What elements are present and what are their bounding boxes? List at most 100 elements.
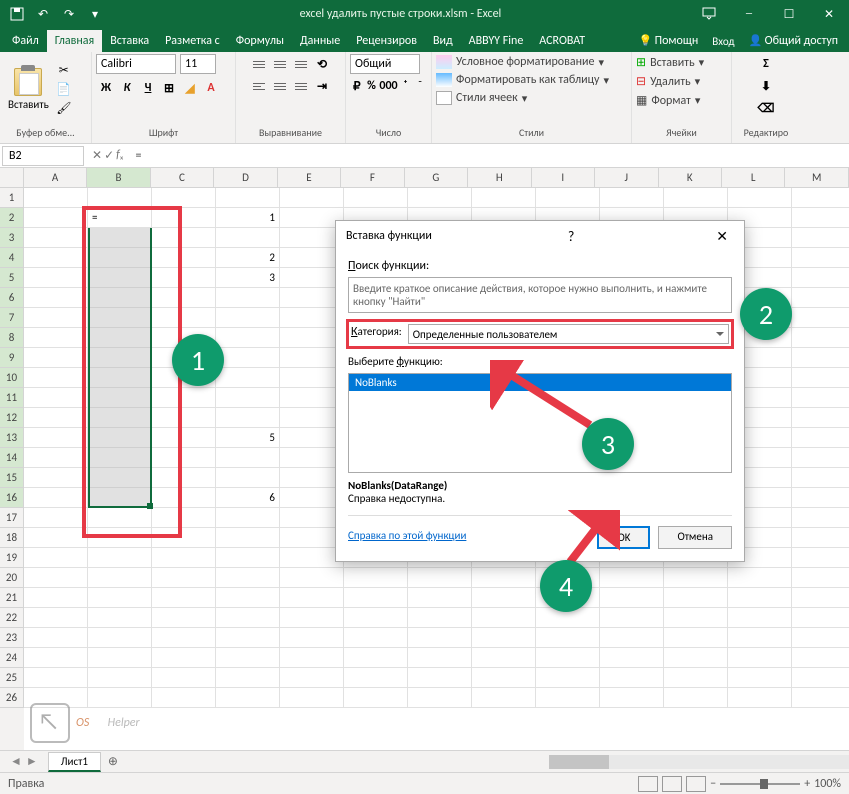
cut-icon[interactable]: ✂ — [55, 61, 73, 79]
cell[interactable] — [536, 188, 600, 208]
cell[interactable] — [344, 628, 408, 648]
row-header[interactable]: 13 — [0, 428, 24, 448]
column-header[interactable]: D — [214, 168, 277, 187]
cell[interactable] — [664, 628, 728, 648]
cell[interactable] — [408, 588, 472, 608]
cell[interactable] — [24, 488, 88, 508]
cell[interactable] — [88, 648, 152, 668]
sheet-tab-1[interactable]: Лист1 — [48, 752, 101, 772]
paste-button[interactable]: Вставить — [4, 66, 53, 113]
cell[interactable] — [600, 568, 664, 588]
delete-cells-button[interactable]: ⊟Удалить▾ — [636, 73, 700, 90]
tab-abbyy[interactable]: ABBYY Fine — [461, 30, 532, 52]
number-format-combo[interactable]: Общий — [350, 54, 420, 74]
cell[interactable] — [792, 548, 849, 568]
row-header[interactable]: 3 — [0, 228, 24, 248]
cell[interactable] — [24, 468, 88, 488]
cell[interactable] — [408, 688, 472, 708]
cell[interactable]: 3 — [216, 268, 280, 288]
cell[interactable] — [152, 548, 216, 568]
cell[interactable] — [24, 608, 88, 628]
zoom-level[interactable]: 100% — [814, 777, 841, 791]
cell[interactable] — [600, 628, 664, 648]
cell[interactable] — [408, 628, 472, 648]
cell[interactable] — [152, 668, 216, 688]
tab-formulas[interactable]: Формулы — [228, 30, 292, 52]
tab-data[interactable]: Данные — [292, 30, 348, 52]
cell[interactable] — [408, 188, 472, 208]
cell[interactable] — [792, 468, 849, 488]
cell[interactable] — [792, 288, 849, 308]
cell[interactable] — [24, 288, 88, 308]
sheet-nav-next-icon[interactable]: ► — [26, 754, 38, 769]
row-header[interactable]: 22 — [0, 608, 24, 628]
name-box[interactable]: B2 — [2, 146, 84, 166]
cell[interactable] — [792, 428, 849, 448]
cell[interactable] — [24, 388, 88, 408]
copy-icon[interactable]: 📄 — [55, 80, 73, 98]
column-header[interactable]: I — [532, 168, 595, 187]
cell[interactable] — [792, 228, 849, 248]
tab-layout[interactable]: Разметка с — [157, 30, 228, 52]
maximize-icon[interactable]: ☐ — [769, 0, 809, 28]
align-right[interactable] — [291, 76, 311, 96]
cell[interactable] — [792, 408, 849, 428]
cell[interactable] — [728, 608, 792, 628]
fx-icon[interactable]: fₓ — [116, 148, 123, 163]
row-header[interactable]: 25 — [0, 668, 24, 688]
cell[interactable] — [24, 208, 88, 228]
row-header[interactable]: 7 — [0, 308, 24, 328]
insert-cells-button[interactable]: ⊞Вставить▾ — [636, 54, 704, 71]
cell[interactable] — [664, 568, 728, 588]
cell[interactable] — [344, 588, 408, 608]
cell[interactable] — [152, 608, 216, 628]
cell[interactable] — [216, 448, 280, 468]
align-center[interactable] — [270, 76, 290, 96]
percent-button[interactable]: % — [365, 76, 379, 96]
add-sheet-button[interactable]: ⊕ — [103, 752, 123, 772]
cell[interactable] — [216, 328, 280, 348]
normal-view-icon[interactable] — [638, 776, 658, 792]
cell[interactable] — [472, 628, 536, 648]
row-header[interactable]: 20 — [0, 568, 24, 588]
cell[interactable] — [792, 608, 849, 628]
sheet-nav-prev-icon[interactable]: ◄ — [10, 754, 22, 769]
sign-in[interactable]: Вход — [707, 31, 739, 52]
cell[interactable] — [472, 668, 536, 688]
cell[interactable] — [792, 388, 849, 408]
cell[interactable] — [664, 188, 728, 208]
cell[interactable] — [216, 508, 280, 528]
cell[interactable] — [792, 448, 849, 468]
cell[interactable] — [152, 648, 216, 668]
currency-button[interactable]: ₽ — [350, 76, 364, 96]
cell[interactable] — [24, 548, 88, 568]
cell[interactable]: 2 — [216, 248, 280, 268]
clear-button[interactable]: ⌫ — [756, 98, 776, 118]
cell[interactable] — [792, 688, 849, 708]
page-layout-view-icon[interactable] — [662, 776, 682, 792]
row-header[interactable]: 19 — [0, 548, 24, 568]
cell[interactable] — [24, 628, 88, 648]
cell[interactable] — [792, 348, 849, 368]
cell[interactable] — [88, 608, 152, 628]
align-top[interactable] — [249, 54, 269, 74]
row-header[interactable]: 1 — [0, 188, 24, 208]
row-header[interactable]: 11 — [0, 388, 24, 408]
column-header[interactable]: C — [151, 168, 214, 187]
cell[interactable] — [216, 408, 280, 428]
dialog-help-icon[interactable]: ? — [562, 228, 581, 245]
cell[interactable] — [600, 188, 664, 208]
cancel-formula-icon[interactable]: ✕ — [92, 148, 102, 163]
tell-me[interactable]: 💡 Помощн — [633, 30, 703, 52]
cell[interactable] — [664, 648, 728, 668]
cell[interactable] — [664, 608, 728, 628]
cell[interactable]: 6 — [216, 488, 280, 508]
cell[interactable] — [216, 628, 280, 648]
cell[interactable] — [152, 628, 216, 648]
cell[interactable] — [280, 608, 344, 628]
cell[interactable] — [600, 648, 664, 668]
cell[interactable] — [728, 648, 792, 668]
tab-file[interactable]: Файл — [4, 30, 47, 52]
bold-button[interactable]: Ж — [96, 78, 116, 98]
ribbon-options-icon[interactable] — [689, 0, 729, 28]
